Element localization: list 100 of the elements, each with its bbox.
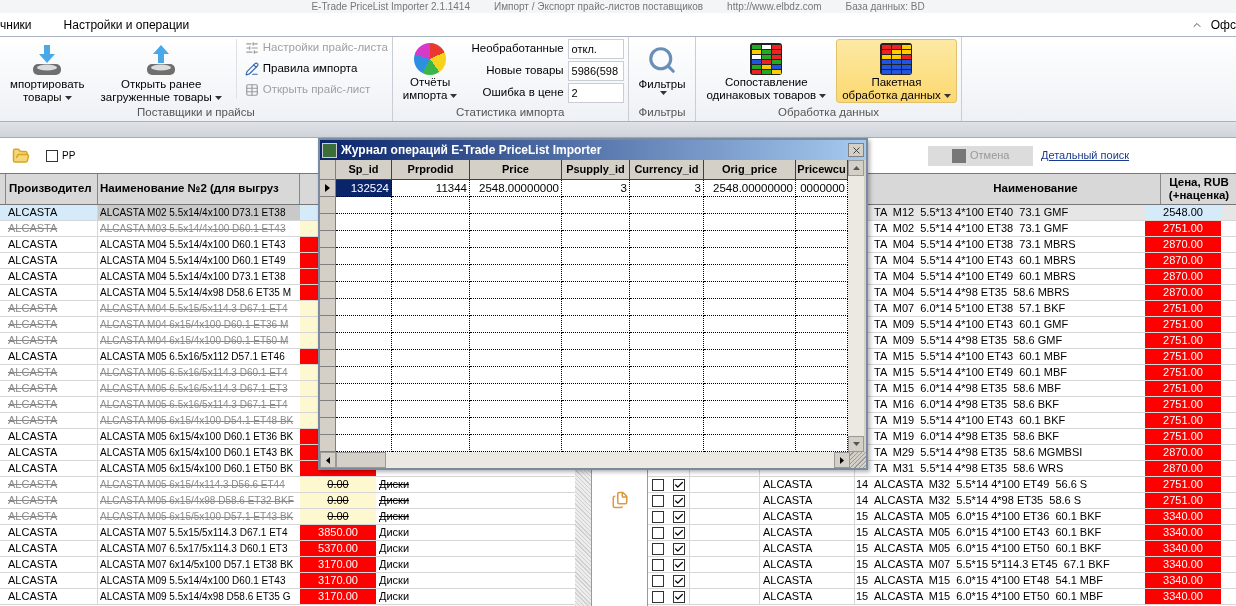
checkbox[interactable] [672, 542, 685, 555]
table-row[interactable]: ALCASTA 15 ALCASTA M05 6.0*15 4*100 ET50 60.1 BKF 3340.00 [648, 541, 1236, 557]
checkbox[interactable] [672, 510, 685, 523]
table-row[interactable]: ALCASTA ALCASTA M05 6x15/5x100 D57.1 ET43 BK 0.00 Диски [0, 509, 575, 525]
table-row[interactable]: ALCASTA 15 ALCASTA M05 6.0*15 4*100 ET36 60.1 BKF 3340.00 [648, 509, 1236, 525]
table-cell: ALCASTA [5, 253, 98, 268]
price-cell: 2870.00 [1145, 445, 1221, 460]
table-cell-text: TA M04 5.5*14 4*100 ET43 60.1 MBRS [873, 253, 1077, 268]
table-row[interactable]: ALCASTA ALCASTA M07 6x14/5x100 D57.1 ET38 BK 3170.00 Диски [0, 557, 575, 573]
checkbox[interactable] [46, 149, 58, 162]
table-row[interactable]: ALCASTA 15 ALCASTA M15 6.0*15 4*100 ET50 60.1 MBF 3340.00 [648, 589, 1236, 605]
column-header[interactable]: Currency_id [630, 160, 704, 180]
scroll-left-icon[interactable] [320, 452, 336, 468]
table-cell-text: ALCASTA M05 6x15/4x100 D54.1 ET48 BK [99, 414, 295, 428]
scroll-right-icon[interactable] [834, 452, 850, 468]
horizontal-scrollbar[interactable] [320, 452, 866, 468]
price-cell: 3340.00 [1145, 509, 1221, 524]
column-header[interactable]: Price [470, 160, 562, 180]
column-header[interactable]: Наименование №2 (для выгруз [98, 174, 300, 204]
search-link[interactable]: Детальный поиск [1041, 147, 1130, 164]
ribbon-button[interactable]: Отчёты импорта [396, 39, 464, 103]
checkbox[interactable] [652, 590, 664, 603]
checkbox[interactable] [652, 478, 664, 491]
table-cell-text: TA M07 6.0*14 5*100 ET38 57.1 BKF [873, 301, 1067, 316]
ribbon-tab[interactable]: Офс [1210, 15, 1236, 34]
table-cell-text: ALCASTA [762, 525, 813, 540]
stat-field[interactable]: откл. [567, 39, 624, 59]
table-cell-text: ALCASTA M04 5.5x15/5x114.3 D67.1 ET4 [99, 302, 289, 316]
table-row[interactable]: ALCASTA 15 ALCASTA M07 5.5*15 5*114.3 ET45 67.1 BKF 3340.00 [648, 557, 1236, 573]
column-header[interactable]: Производител [5, 174, 98, 204]
ribbon-button[interactable]: мпортировать товары [4, 39, 91, 103]
table-cell: ALCASTA [5, 525, 98, 540]
scroll-down-icon[interactable] [848, 436, 864, 452]
checkbox[interactable] [652, 526, 664, 539]
price-cell: 2548.00 [1145, 205, 1221, 220]
table-row[interactable]: ALCASTA ALCASTA M09 5.5x14/4x100 D60.1 ET43 3170.00 Диски [0, 573, 575, 589]
table-cell-text: TA M19 6.0*14 4*98 ET35 58.6 BKF [873, 429, 1061, 444]
table-cell-text: ALCASTA M09 5.5x14/4x100 D60.1 ET43 [99, 574, 287, 588]
checkbox[interactable] [672, 590, 685, 603]
checkbox[interactable] [672, 494, 685, 507]
table-row[interactable]: ALCASTA ALCASTA M05 6x15/4x98 D58.6 ET32 BKF 0.00 Диски [0, 493, 575, 509]
price-cell: 3340.00 [1145, 557, 1221, 572]
vertical-scrollbar[interactable] [848, 160, 864, 452]
checkbox[interactable] [652, 574, 664, 587]
check-icon [673, 591, 684, 602]
ribbon-button[interactable]: Фильтры [632, 39, 692, 103]
checkbox[interactable] [652, 542, 664, 555]
checkbox[interactable] [652, 494, 664, 507]
checkbox[interactable] [652, 558, 664, 571]
table-cell-text: TA M15 6.0*14 4*98 ET35 58.6 MBF [873, 381, 1062, 396]
checkbox[interactable] [672, 526, 685, 539]
table-cell: ALCASTA [5, 477, 98, 492]
scroll-up-icon[interactable] [848, 160, 864, 176]
table-row[interactable]: ALCASTA 15 ALCASTA M05 6.0*15 4*100 ET43 60.1 BKF 3340.00 [648, 525, 1236, 541]
table-row[interactable]: ALCASTA 14 ALCASTA M32 5.5*14 4*100 ET49 56.6 S 2751.00 [648, 477, 1236, 493]
row-pointer-icon [325, 184, 330, 192]
table-cell-text: ALCASTA M04 6x15/4x100 D60.1 ET50 M [99, 334, 290, 348]
scroll-thumb[interactable] [336, 452, 386, 468]
checkbox[interactable] [672, 478, 685, 491]
table-cell: ALCASTA [5, 573, 98, 588]
table-cell-text: ALCASTA [762, 477, 813, 492]
ribbon-button[interactable]: Сопоставление одинаковых товаров [700, 39, 833, 103]
stat-field[interactable]: 2 [567, 83, 624, 103]
column-header[interactable]: Наименование [871, 174, 1161, 204]
table-cell-text: Диски [378, 541, 411, 556]
ribbon-small-button[interactable]: Правила импорта [244, 60, 388, 78]
table-cell: ALCASTA [5, 301, 98, 316]
table-row[interactable]: ALCASTA ALCASTA M07 6.5x17/5x114.3 D60.1 ET3 5370.00 Диски [0, 541, 575, 557]
checkbox[interactable] [672, 558, 685, 571]
table-cell-text: Диски [378, 493, 411, 508]
close-button[interactable] [848, 143, 864, 157]
checkbox[interactable] [652, 510, 664, 523]
table-cell: 15 [855, 557, 869, 572]
table-cell-text: TA M02 5.5*14 4*100 ET38 73.1 GMF [873, 221, 1070, 236]
column-header[interactable]: Orig_price [704, 160, 796, 180]
ribbon-tab[interactable]: Настройки и операции [55, 15, 198, 34]
table-row[interactable]: ALCASTA ALCASTA M05 6x15/4x114.3 D56.6 ET44 0.00 Диски [0, 477, 575, 493]
stat-field[interactable]: 5986(598 [567, 61, 624, 81]
checkbox[interactable] [672, 574, 685, 587]
table-row[interactable]: ALCASTA 14 ALCASTA M32 5.5*14 4*98 ET35 58.6 S 2751.00 [648, 493, 1236, 509]
ribbon-button[interactable]: Пакетная обработка данных [836, 39, 957, 103]
table-row[interactable]: ALCASTA ALCASTA M07 5.5x15/5x114.3 D67.1 ET4 3850.00 Диски [0, 525, 575, 541]
check-icon [673, 495, 684, 506]
table-row[interactable]: ALCASTA 15 ALCASTA M15 6.0*15 4*100 ET48 54.1 MBF 3340.00 [648, 573, 1236, 589]
ribbon-button[interactable]: Открыть ранее загруженные товары [94, 39, 228, 103]
column-header[interactable]: Цена, RUB (+наценка) [1161, 174, 1236, 204]
price-cell: 5370.00 [300, 541, 376, 556]
window-title: http://www.elbdz.com [727, 0, 822, 13]
table-cell: 15 [855, 509, 869, 524]
table-cell-text: ALCASTA [762, 509, 813, 524]
column-header[interactable]: Psupply_id [562, 160, 630, 180]
ribbon-tab[interactable]: чники [0, 15, 56, 34]
table-cell-text: TA M19 5.5*14 4*100 ET43 60.1 BKF [873, 413, 1067, 428]
row-header[interactable] [320, 180, 336, 197]
table-cell-text: ALCASTA M05 6.0*15 4*100 ET50 60.1 BKF [873, 541, 1103, 556]
table-row[interactable]: ALCASTA ALCASTA M09 5.5x14/4x98 D58.6 ET35 G 3170.00 Диски [0, 589, 575, 605]
table-cell-text: ALCASTA M05 6.5x16/5x112 D57.1 ET46 [99, 350, 286, 364]
column-header[interactable]: Prprodid [392, 160, 470, 180]
table-cell-text: ALCASTA M05 6x15/4x100 D60.1 ET43 BK [99, 446, 295, 460]
resize-grip[interactable] [850, 452, 866, 468]
